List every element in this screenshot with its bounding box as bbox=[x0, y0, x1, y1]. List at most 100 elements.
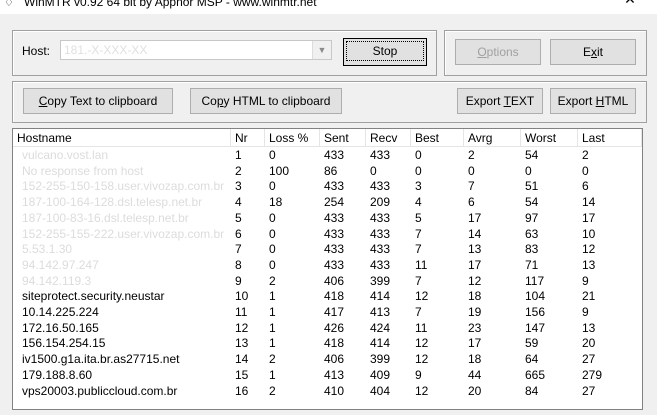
cell-worst: 84 bbox=[525, 383, 539, 398]
cell-hostname: iv1500.g1a.ita.br.as27715.net bbox=[22, 352, 180, 367]
cell-hostname: No response from host bbox=[22, 163, 144, 178]
column-header-avrg[interactable]: Avrg bbox=[464, 129, 521, 147]
cell-recv: 404 bbox=[370, 383, 391, 398]
table-row[interactable]: 5.53.1.30 7 0 433 433 7 13 83 12 bbox=[13, 242, 642, 258]
cell-loss: 1 bbox=[269, 367, 276, 382]
export-text-button[interactable]: Export TEXT bbox=[457, 88, 543, 114]
column-header-recv[interactable]: Recv bbox=[366, 129, 411, 147]
table-row[interactable]: 152-255-150-158.user.vivozap.com.br 3 0 433… bbox=[13, 179, 642, 195]
table-row[interactable]: siteprotect.security.neustar 10 1 418 414 12 1… bbox=[13, 289, 642, 305]
column-header-last[interactable]: Last bbox=[578, 129, 642, 147]
cell-last: 20 bbox=[582, 336, 596, 351]
cell-recv: 399 bbox=[370, 273, 391, 288]
cell-nr: 3 bbox=[235, 179, 242, 194]
cell-worst: 665 bbox=[525, 367, 546, 382]
cell-loss: 0 bbox=[269, 226, 276, 241]
cell-worst: 117 bbox=[525, 273, 545, 288]
cell-hostname: 152-255-155-222.user.vivozap.com.br bbox=[22, 226, 225, 241]
cell-worst: 51 bbox=[525, 179, 539, 194]
export-text-label-pre: Export bbox=[465, 94, 504, 108]
table-header: Hostname Nr Loss % Sent Recv Best Avrg Worst Las… bbox=[13, 129, 642, 148]
cell-worst: 104 bbox=[525, 289, 546, 304]
cell-last: 13 bbox=[582, 257, 596, 272]
cell-nr: 10 bbox=[235, 289, 249, 304]
cell-last: 27 bbox=[582, 352, 596, 367]
cell-last: 21 bbox=[582, 289, 596, 304]
cell-loss: 0 bbox=[269, 148, 276, 162]
copy-html-label-post: y HTML to clipboard bbox=[223, 94, 331, 108]
table-row[interactable]: 179.188.8.60 15 1 413 409 9 44 665 279 bbox=[13, 368, 642, 384]
cell-worst: 83 bbox=[525, 242, 539, 257]
cell-loss: 1 bbox=[269, 289, 276, 304]
cell-nr: 12 bbox=[235, 320, 249, 335]
table-row[interactable]: 10.14.225.224 11 1 417 413 7 19 156 9 bbox=[13, 305, 642, 321]
table-row[interactable]: vulcano.vost.lan 1 0 433 433 0 2 54 2 bbox=[13, 148, 642, 164]
table-row[interactable]: 152-255-155-222.user.vivozap.com.br 6 0 433… bbox=[13, 227, 642, 243]
cell-avrg: 7 bbox=[468, 179, 475, 194]
cell-best: 7 bbox=[415, 305, 422, 319]
cell-recv: 414 bbox=[370, 336, 391, 351]
cell-best: 12 bbox=[415, 352, 429, 367]
table-row[interactable]: 172.16.50.165 12 1 426 424 11 23 147 13 bbox=[13, 321, 642, 337]
cell-best: 7 bbox=[415, 226, 422, 241]
cell-sent: 417 bbox=[324, 305, 345, 319]
copy-text-button[interactable]: Copy Text to clipboard bbox=[23, 88, 173, 114]
column-header-hostname[interactable]: Hostname bbox=[13, 129, 231, 147]
copy-text-label: opy Text to clipboard bbox=[47, 94, 158, 108]
exit-button[interactable]: Exit bbox=[550, 39, 636, 65]
cell-avrg: 44 bbox=[468, 367, 482, 382]
column-header-worst[interactable]: Worst bbox=[521, 129, 578, 147]
cell-nr: 2 bbox=[235, 163, 242, 178]
cell-hostname: 94.142.119.3 bbox=[22, 273, 92, 288]
table-row[interactable]: No response from host 2 100 86 0 0 0 0 0 bbox=[13, 164, 642, 180]
cell-loss: 2 bbox=[269, 383, 276, 398]
cell-hostname: 94.142.97.247 bbox=[22, 257, 99, 272]
column-header-sent[interactable]: Sent bbox=[320, 129, 366, 147]
table-row[interactable]: 187-100-164-128.dsl.telesp.net.br 4 18 254 2… bbox=[13, 195, 642, 211]
stop-button[interactable]: Stop bbox=[343, 38, 427, 66]
cell-loss: 2 bbox=[269, 273, 276, 288]
host-input-value: 181.-X-XXX-XX bbox=[64, 43, 148, 57]
app-icon: ♢ bbox=[4, 0, 14, 9]
table-row[interactable]: iv1500.g1a.ita.br.as27715.net 14 2 406 399 12… bbox=[13, 352, 642, 368]
results-table[interactable]: Hostname Nr Loss % Sent Recv Best Avrg Worst Las… bbox=[12, 128, 643, 410]
cell-worst: 63 bbox=[525, 226, 539, 241]
minimize-button[interactable]: — bbox=[556, 0, 596, 6]
chevron-down-icon[interactable]: ▼ bbox=[312, 41, 331, 59]
host-combobox[interactable]: 181.-X-XXX-XX ▼ bbox=[60, 40, 332, 60]
cell-nr: 7 bbox=[235, 242, 242, 257]
cell-sent: 433 bbox=[324, 257, 345, 272]
window-title: WinMTR v0.92 64 bit by Appnor MSP - www.… bbox=[24, 0, 317, 9]
cell-last: 17 bbox=[582, 210, 596, 225]
copy-html-button[interactable]: Copy HTML to clipboard bbox=[190, 88, 342, 114]
table-row[interactable]: 156.154.254.15 13 1 418 414 12 17 59 20 bbox=[13, 336, 642, 352]
cell-avrg: 20 bbox=[468, 383, 482, 398]
options-button[interactable]: Options bbox=[455, 39, 541, 65]
column-header-loss[interactable]: Loss % bbox=[265, 129, 320, 147]
cell-recv: 433 bbox=[370, 179, 391, 194]
table-row[interactable]: 94.142.97.247 8 0 433 433 11 17 71 13 bbox=[13, 258, 642, 274]
cell-nr: 1 bbox=[235, 148, 242, 162]
cell-last: 6 bbox=[582, 179, 589, 194]
cell-avrg: 23 bbox=[468, 320, 482, 335]
cell-avrg: 19 bbox=[468, 305, 482, 319]
cell-hostname: 156.154.254.15 bbox=[22, 336, 106, 351]
cell-best: 0 bbox=[415, 163, 422, 178]
export-html-button[interactable]: Export HTML bbox=[550, 88, 636, 114]
cell-worst: 54 bbox=[525, 195, 539, 210]
table-row[interactable]: 187-100-83-16.dsl.telesp.net.br 5 0 433 433 5… bbox=[13, 211, 642, 227]
cell-last: 279 bbox=[582, 367, 603, 382]
cell-nr: 6 bbox=[235, 226, 242, 241]
column-header-nr[interactable]: Nr bbox=[231, 129, 265, 147]
cell-hostname: 187-100-83-16.dsl.telesp.net.br bbox=[22, 210, 189, 225]
table-row[interactable]: vps20003.publiccloud.com.br 16 2 410 404 12 20… bbox=[13, 384, 642, 400]
cell-sent: 86 bbox=[324, 163, 338, 178]
close-button[interactable]: ✕ bbox=[610, 0, 650, 8]
cell-avrg: 18 bbox=[468, 352, 482, 367]
cell-loss: 100 bbox=[269, 163, 290, 178]
column-header-best[interactable]: Best bbox=[411, 129, 464, 147]
table-row[interactable]: 94.142.119.3 9 2 406 399 7 12 117 9 bbox=[13, 274, 642, 290]
cell-recv: 433 bbox=[370, 210, 391, 225]
cell-best: 3 bbox=[415, 179, 422, 194]
cell-sent: 433 bbox=[324, 148, 345, 162]
